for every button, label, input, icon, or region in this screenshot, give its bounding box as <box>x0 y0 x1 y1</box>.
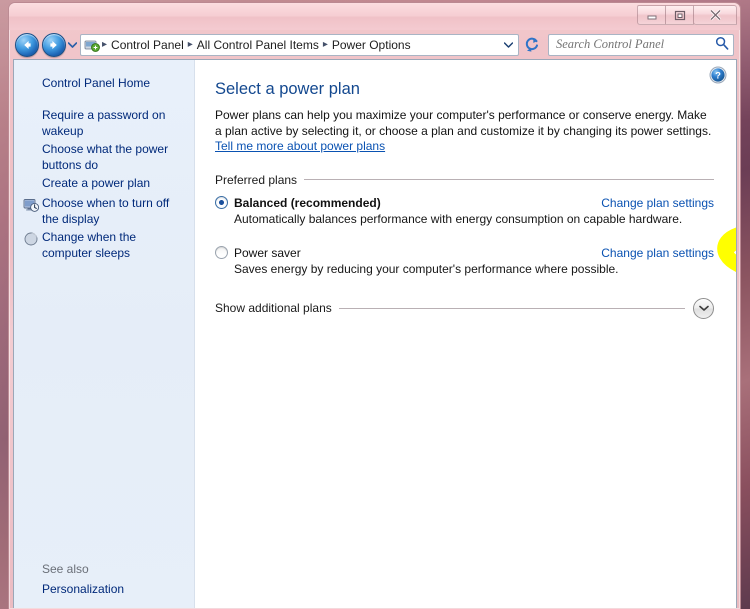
previous-locations-icon[interactable] <box>501 35 516 55</box>
plan-row-power-saver: Power saver Saves energy by reducing you… <box>215 246 714 276</box>
search-field[interactable] <box>556 37 715 52</box>
breadcrumb-separator-2: ▸ <box>322 39 328 50</box>
see-also-title: See also <box>42 562 89 576</box>
plan-row-balanced: Balanced (recommended) Automatically bal… <box>215 196 714 226</box>
show-additional-plans-label[interactable]: Show additional plans <box>215 301 339 315</box>
preferred-plans-label: Preferred plans <box>215 172 298 187</box>
plan-name-balanced: Balanced (recommended) <box>234 195 381 210</box>
preferred-plans-header: Preferred plans <box>215 173 714 187</box>
control-panel-icon <box>84 37 100 53</box>
change-plan-settings-link-balanced[interactable]: Change plan settings <box>601 196 714 210</box>
sidebar-item-control-panel-home[interactable]: Control Panel Home <box>14 76 194 93</box>
breadcrumb-item-power-options[interactable]: Power Options <box>329 37 414 53</box>
title-bar-glass <box>9 3 740 30</box>
display-clock-icon <box>22 196 40 213</box>
window-client-area: Control Panel Home Require a password on… <box>13 59 737 608</box>
additional-divider <box>338 307 685 309</box>
sidebar-item-label: Personalization <box>42 582 125 596</box>
content-pane: ? Select a power plan Power plans can he… <box>195 60 736 608</box>
chevron-down-icon[interactable] <box>693 297 714 319</box>
sidebar-links: Control Panel Home Require a password on… <box>14 60 194 261</box>
radio-power-saver[interactable] <box>215 246 228 259</box>
sidebar-item-require-password[interactable]: Require a password on wakeup <box>14 108 194 139</box>
control-panel-window: ▸ Control Panel ▸ All Control Panel Item… <box>8 2 741 609</box>
title-bar[interactable] <box>9 3 740 30</box>
plan-description-balanced: Automatically balances performance with … <box>234 211 683 226</box>
sidebar-item-label: Require a password on wakeup <box>42 108 166 138</box>
sidebar-item-create-power-plan[interactable]: Create a power plan <box>14 176 194 193</box>
maximize-button[interactable] <box>665 5 694 25</box>
breadcrumb-separator-1: ▸ <box>187 39 193 50</box>
radio-balanced[interactable] <box>215 196 228 209</box>
tell-me-more-link[interactable]: Tell me more about power plans <box>215 139 385 153</box>
refresh-button[interactable] <box>520 34 544 56</box>
search-icon[interactable] <box>715 36 729 53</box>
forward-button[interactable] <box>42 32 66 57</box>
help-button[interactable]: ? <box>709 66 727 84</box>
recent-pages-dropdown[interactable] <box>66 34 79 56</box>
sidebar-item-power-buttons[interactable]: Choose what the power buttons do <box>14 142 194 173</box>
window-controls <box>637 5 737 25</box>
breadcrumb-item-control-panel[interactable]: Control Panel <box>108 37 187 53</box>
sidebar-item-label: Change when the computer sleeps <box>42 230 137 260</box>
svg-text:?: ? <box>715 71 721 82</box>
address-bar: ▸ Control Panel ▸ All Control Panel Item… <box>9 30 740 59</box>
sleep-moon-icon <box>22 230 40 247</box>
sidebar-item-computer-sleeps[interactable]: Change when the computer sleeps <box>14 230 194 261</box>
minimize-button[interactable] <box>637 5 666 25</box>
change-plan-settings-link-power-saver[interactable]: Change plan settings <box>601 246 714 260</box>
sidebar-item-personalization[interactable]: Personalization <box>14 582 194 599</box>
breadcrumb-separator-0: ▸ <box>102 39 108 50</box>
sidebar-item-turn-off-display[interactable]: Choose when to turn off the display <box>14 196 194 227</box>
sidebar-item-label: Control Panel Home <box>42 76 151 90</box>
sidebar: Control Panel Home Require a password on… <box>14 60 195 608</box>
plan-description-power-saver: Saves energy by reducing your computer's… <box>234 261 619 276</box>
see-also-section: See also Personalization <box>14 562 194 602</box>
page-title: Select a power plan <box>215 80 360 98</box>
plan-spacer <box>215 230 714 246</box>
sidebar-item-label: Create a power plan <box>42 176 151 190</box>
back-button[interactable] <box>15 32 39 57</box>
breadcrumb[interactable]: ▸ Control Panel ▸ All Control Panel Item… <box>80 33 519 56</box>
breadcrumb-item-all-control-panel-items[interactable]: All Control Panel Items <box>194 37 322 53</box>
content-inner: Select a power plan Power plans can help… <box>195 60 736 319</box>
close-button[interactable] <box>693 5 737 25</box>
sidebar-item-label: Choose when to turn off the display <box>42 196 170 226</box>
sidebar-item-label: Choose what the power buttons do <box>42 142 169 172</box>
search-input[interactable] <box>548 33 734 56</box>
plan-name-power-saver: Power saver <box>234 245 301 260</box>
show-additional-plans-row: Show additional plans <box>215 297 714 319</box>
page-description: Power plans can help you maximize your c… <box>215 108 714 155</box>
header-divider <box>304 179 714 180</box>
page-description-text: Power plans can help you maximize your c… <box>215 108 712 138</box>
